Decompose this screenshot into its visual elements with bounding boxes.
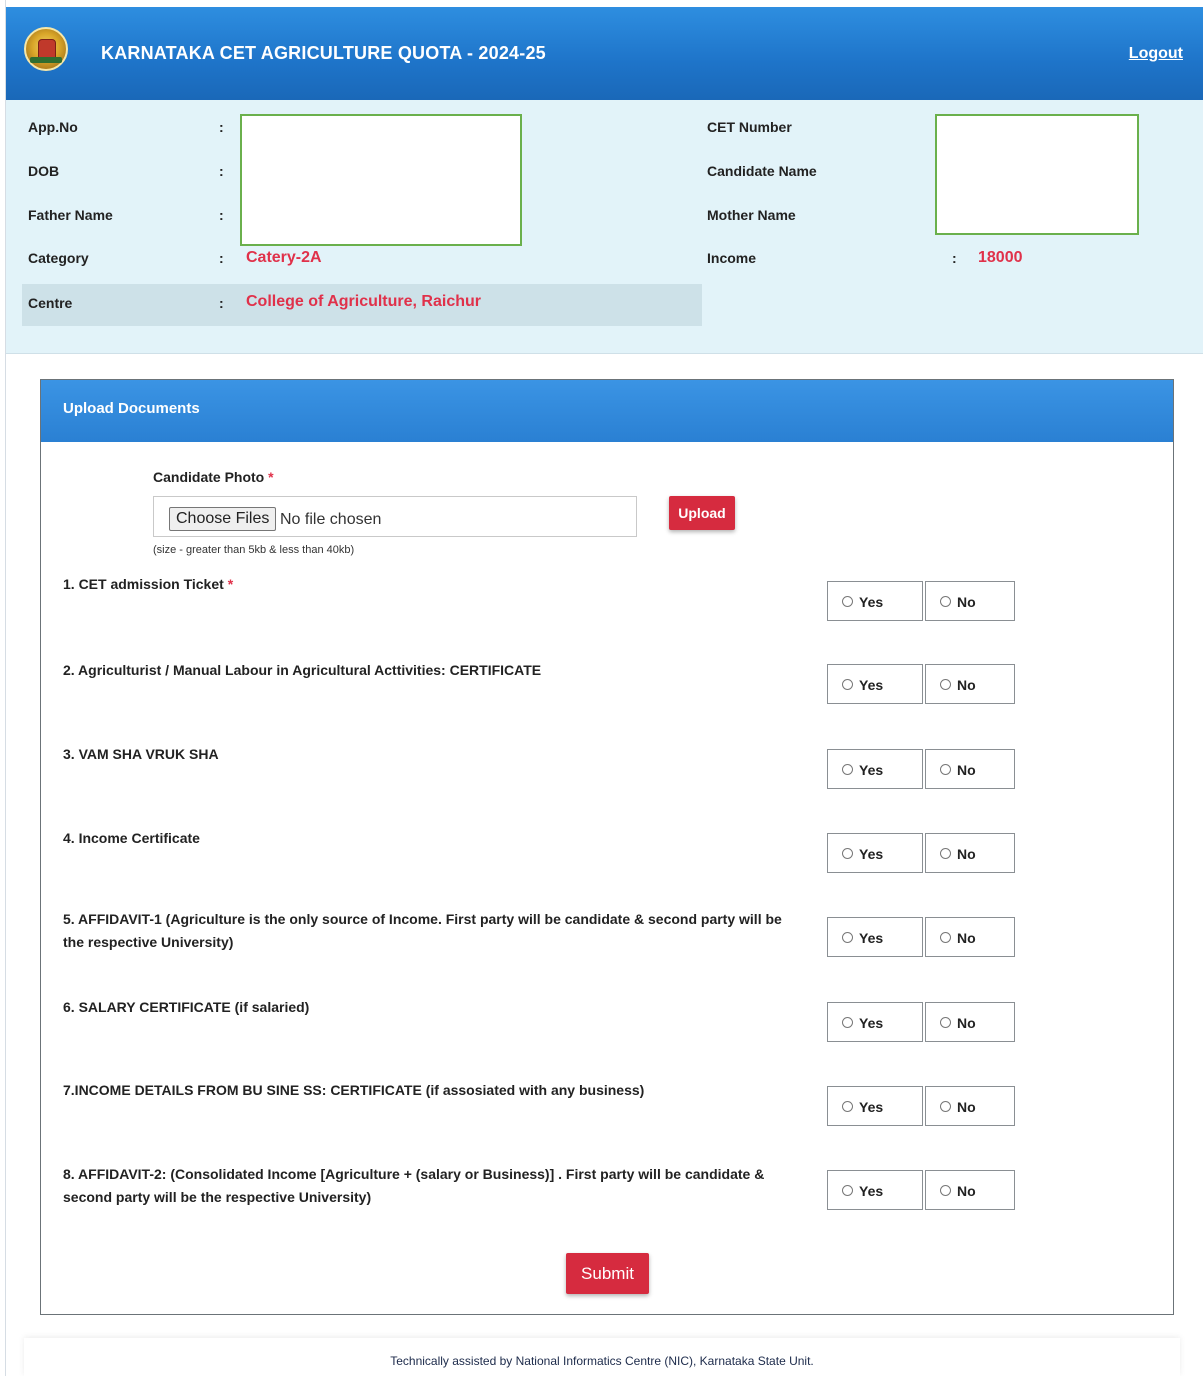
father-name-label: Father Name (28, 207, 113, 223)
candidate-name-label: Candidate Name (707, 163, 817, 179)
no-radio-option[interactable]: No (925, 833, 1015, 873)
yes-label: Yes (859, 846, 884, 862)
radio-circle-icon[interactable] (940, 764, 951, 775)
footer-text: Technically assisted by National Informa… (390, 1354, 814, 1368)
document-label: 6. SALARY CERTIFICATE (if salaried) (63, 999, 310, 1015)
no-radio-option[interactable]: No (925, 1086, 1015, 1126)
document-label: 1. CET admission Ticket * (63, 576, 234, 592)
upload-documents-panel: Upload Documents Candidate Photo * Choos… (40, 379, 1174, 1315)
colon: : (219, 119, 224, 135)
document-label: 7.INCOME DETAILS FROM BU SINE SS: CERTIF… (63, 1082, 645, 1098)
no-radio-option[interactable]: No (925, 1002, 1015, 1042)
radio-circle-icon[interactable] (842, 932, 853, 943)
radio-circle-icon[interactable] (842, 1185, 853, 1196)
radio-circle-icon[interactable] (940, 848, 951, 859)
colon: : (219, 250, 224, 266)
document-label: 5. AFFIDAVIT-1 (Agriculture is the only … (63, 911, 782, 950)
no-label: No (957, 1183, 976, 1199)
no-radio-option[interactable]: No (925, 664, 1015, 704)
panel-header: Upload Documents (41, 380, 1173, 442)
yes-label: Yes (859, 1015, 884, 1031)
document-label: 4. Income Certificate (63, 830, 200, 846)
panel-title: Upload Documents (63, 400, 200, 417)
no-label: No (957, 930, 976, 946)
income-label: Income (707, 250, 757, 266)
document-label: 8. AFFIDAVIT-2: (Consolidated Income [Ag… (63, 1166, 765, 1205)
yes-radio-option[interactable]: Yes (827, 917, 923, 957)
yes-radio-option[interactable]: Yes (827, 1086, 923, 1126)
no-label: No (957, 677, 976, 693)
required-mark: * (268, 469, 274, 485)
yes-label: Yes (859, 594, 884, 610)
no-radio-option[interactable]: No (925, 917, 1015, 957)
radio-circle-icon[interactable] (842, 1017, 853, 1028)
candidate-photo-label: Candidate Photo * (153, 469, 274, 485)
no-file-text: No file chosen (280, 511, 382, 528)
no-radio-option[interactable]: No (925, 581, 1015, 621)
yes-label: Yes (859, 930, 884, 946)
document-label: 3. VAM SHA VRUK SHA (63, 746, 219, 762)
photo-file-input[interactable]: Choose Files No file chosen (153, 496, 637, 537)
yes-label: Yes (859, 762, 884, 778)
no-label: No (957, 846, 976, 862)
centre-label: Centre (28, 295, 73, 311)
colon: : (219, 295, 224, 311)
colon: : (219, 207, 224, 223)
yes-radio-option[interactable]: Yes (827, 664, 923, 704)
app-header: KARNATAKA CET AGRICULTURE QUOTA - 2024-2… (6, 7, 1203, 100)
required-mark: * (227, 576, 234, 592)
yes-radio-option[interactable]: Yes (827, 581, 923, 621)
radio-circle-icon[interactable] (940, 1017, 951, 1028)
yes-label: Yes (859, 1099, 884, 1115)
no-label: No (957, 594, 976, 610)
cet-number-label: CET Number (707, 119, 792, 135)
no-radio-option[interactable]: No (925, 749, 1015, 789)
centre-value: College of Agriculture, Raichur (246, 293, 481, 310)
yes-radio-option[interactable]: Yes (827, 1170, 923, 1210)
app-no-label: App.No (28, 119, 78, 135)
radio-circle-icon[interactable] (940, 1185, 951, 1196)
candidate-info-panel: App.No : DOB : Father Name : Category : … (6, 100, 1203, 354)
size-hint: (size - greater than 5kb & less than 40k… (153, 544, 355, 556)
no-label: No (957, 1015, 976, 1031)
radio-circle-icon[interactable] (940, 596, 951, 607)
karnataka-emblem-icon (24, 27, 68, 71)
yes-radio-option[interactable]: Yes (827, 749, 923, 789)
logout-link[interactable]: Logout (1129, 45, 1183, 63)
choose-files-button[interactable]: Choose Files (169, 507, 277, 531)
category-label: Category (28, 250, 89, 266)
mother-name-label: Mother Name (707, 207, 796, 223)
radio-circle-icon[interactable] (842, 1101, 853, 1112)
no-radio-option[interactable]: No (925, 1170, 1015, 1210)
income-value: 18000 (978, 249, 1023, 266)
radio-circle-icon[interactable] (842, 679, 853, 690)
radio-circle-icon[interactable] (842, 764, 853, 775)
colon: : (219, 163, 224, 179)
radio-circle-icon[interactable] (940, 679, 951, 690)
yes-radio-option[interactable]: Yes (827, 833, 923, 873)
yes-radio-option[interactable]: Yes (827, 1002, 923, 1042)
yes-label: Yes (859, 677, 884, 693)
radio-circle-icon[interactable] (940, 1101, 951, 1112)
radio-circle-icon[interactable] (842, 596, 853, 607)
footer: Technically assisted by National Informa… (24, 1338, 1180, 1376)
colon: : (952, 250, 957, 266)
document-label: 2. Agriculturist / Manual Labour in Agri… (63, 662, 542, 678)
no-label: No (957, 762, 976, 778)
submit-button[interactable]: Submit (566, 1253, 649, 1294)
radio-circle-icon[interactable] (940, 932, 951, 943)
upload-button[interactable]: Upload (669, 496, 735, 530)
yes-label: Yes (859, 1183, 884, 1199)
category-value: Catery-2A (246, 249, 322, 266)
redacted-candidate-details (935, 114, 1139, 235)
no-label: No (957, 1099, 976, 1115)
redacted-personal-details (240, 114, 522, 246)
radio-circle-icon[interactable] (842, 848, 853, 859)
app-title: KARNATAKA CET AGRICULTURE QUOTA - 2024-2… (101, 43, 546, 63)
dob-label: DOB (28, 163, 60, 179)
